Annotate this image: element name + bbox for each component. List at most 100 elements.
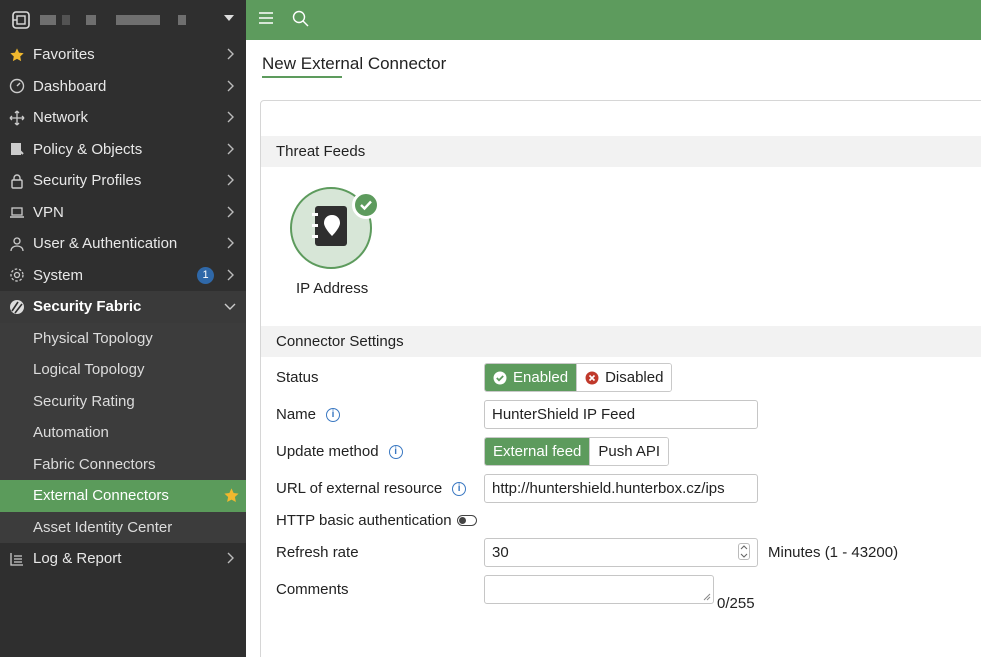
sidebar-item-network[interactable]: Network bbox=[0, 102, 246, 134]
sidebar-item-dashboard[interactable]: Dashboard bbox=[0, 71, 246, 103]
comments-char-counter: 0/255 bbox=[717, 595, 755, 612]
info-icon[interactable]: i bbox=[452, 481, 467, 496]
notification-badge: 1 bbox=[197, 266, 214, 284]
status-disabled-button[interactable]: Disabled bbox=[576, 364, 672, 391]
sidebar-subitem-label: Asset Identity Center bbox=[33, 518, 173, 536]
comments-textarea[interactable] bbox=[484, 575, 714, 604]
status-disabled-label: Disabled bbox=[605, 369, 664, 386]
comments-label: Comments bbox=[276, 581, 349, 598]
sidebar-subitem-label: Automation bbox=[33, 424, 109, 442]
x-circle-icon bbox=[585, 371, 599, 384]
network-icon bbox=[8, 109, 26, 127]
sidebar-subitem-label: Physical Topology bbox=[33, 329, 153, 347]
chevron-right-icon bbox=[227, 48, 234, 60]
sidebar-item-label: VPN bbox=[33, 203, 64, 221]
status-label: Status bbox=[276, 369, 319, 386]
threat-feeds-heading: Threat Feeds bbox=[261, 136, 981, 167]
http-auth-label: HTTP basic authentication bbox=[276, 512, 452, 529]
name-label: Name i bbox=[276, 406, 341, 423]
chevron-right-icon bbox=[227, 174, 234, 186]
comments-label-text: Comments bbox=[276, 581, 349, 598]
name-input[interactable] bbox=[484, 400, 758, 429]
refresh-rate-label: Refresh rate bbox=[276, 544, 359, 561]
search-icon[interactable] bbox=[292, 10, 309, 31]
sidebar-subitem-logical-topology[interactable]: Logical Topology bbox=[0, 354, 246, 386]
sidebar-subitem-fabric-connectors[interactable]: Fabric Connectors bbox=[0, 448, 246, 480]
user-icon bbox=[8, 235, 26, 253]
sidebar-item-policy-objects[interactable]: Policy & Objects bbox=[0, 134, 246, 166]
sidebar-item-label: User & Authentication bbox=[33, 235, 178, 253]
info-icon[interactable]: i bbox=[388, 444, 403, 459]
star-icon bbox=[8, 46, 26, 64]
sidebar-item-security-profiles[interactable]: Security Profiles bbox=[0, 165, 246, 197]
update-method-label-text: Update method bbox=[276, 443, 379, 460]
favorite-star-icon[interactable] bbox=[223, 487, 240, 508]
chevron-up-icon bbox=[740, 545, 748, 550]
chevron-right-icon bbox=[227, 269, 234, 280]
refresh-rate-unit: Minutes (1 - 43200) bbox=[768, 544, 899, 561]
sidebar-subitem-label: Logical Topology bbox=[33, 361, 145, 379]
chevron-right-icon bbox=[227, 111, 234, 123]
refresh-rate-field bbox=[484, 538, 758, 567]
refresh-rate-stepper[interactable] bbox=[738, 543, 750, 560]
address-book-icon bbox=[308, 203, 354, 253]
sidebar-item-label: Network bbox=[33, 109, 89, 127]
laptop-icon bbox=[8, 203, 26, 221]
lock-icon bbox=[8, 172, 26, 190]
sidebar-item-label: Favorites bbox=[33, 46, 95, 64]
sidebar-subitem-asset-identity-center[interactable]: Asset Identity Center bbox=[0, 511, 246, 543]
update-method-label: Update method i bbox=[276, 443, 403, 460]
sidebar-subitem-automation[interactable]: Automation bbox=[0, 417, 246, 449]
sidebar-item-label: Policy & Objects bbox=[33, 140, 143, 158]
check-circle-icon bbox=[493, 371, 507, 384]
chevron-right-icon bbox=[227, 206, 234, 217]
update-method-toggle: External feed Push API bbox=[484, 437, 670, 466]
chevron-right-icon bbox=[227, 143, 234, 154]
chevron-right-icon bbox=[227, 80, 234, 91]
url-label: URL of external resource i bbox=[276, 480, 467, 497]
title-underline bbox=[262, 76, 342, 78]
sidebar-item-label: Security Profiles bbox=[33, 172, 142, 190]
chevron-right-icon bbox=[227, 552, 234, 564]
sidebar-subitem-security-rating[interactable]: Security Rating bbox=[0, 385, 246, 417]
sidebar-item-label: Dashboard bbox=[33, 77, 107, 95]
hamburger-icon[interactable] bbox=[258, 11, 274, 29]
sidebar-subitem-label: Fabric Connectors bbox=[33, 455, 156, 473]
refresh-rate-label-text: Refresh rate bbox=[276, 544, 359, 561]
feed-tile-label: IP Address bbox=[296, 280, 369, 297]
info-icon[interactable]: i bbox=[326, 407, 341, 422]
sidebar-subitem-external-connectors[interactable]: External Connectors bbox=[0, 480, 246, 512]
device-name-redacted bbox=[40, 14, 186, 25]
sidebar-item-label: Log & Report bbox=[33, 550, 122, 568]
sidebar-item-vpn[interactable]: VPN bbox=[0, 197, 246, 229]
sidebar-subitem-physical-topology[interactable]: Physical Topology bbox=[0, 322, 246, 354]
chevron-right-icon bbox=[227, 237, 234, 249]
sidebar-item-system[interactable]: System 1 bbox=[0, 260, 246, 292]
sidebar-item-label: Security Fabric bbox=[33, 298, 142, 316]
sidebar-item-favorites[interactable]: Favorites bbox=[0, 39, 246, 71]
sidebar-subitem-label: Security Rating bbox=[33, 392, 135, 410]
url-label-text: URL of external resource bbox=[276, 480, 443, 497]
push-api-button[interactable]: Push API bbox=[589, 438, 669, 465]
sidebar-nav: Favorites Dashboard Network Policy & Obj… bbox=[0, 39, 246, 575]
main-content: New External Connector Threat Feeds IP A… bbox=[246, 40, 981, 657]
resize-grip-icon bbox=[703, 593, 711, 601]
policy-icon bbox=[8, 140, 26, 158]
connector-settings-heading: Connector Settings bbox=[261, 326, 981, 357]
report-icon bbox=[8, 550, 26, 568]
gear-icon bbox=[8, 266, 26, 284]
sidebar-header[interactable] bbox=[0, 0, 246, 39]
sidebar-item-user-authentication[interactable]: User & Authentication bbox=[0, 228, 246, 260]
sidebar-item-label: System bbox=[33, 266, 84, 284]
refresh-rate-input[interactable] bbox=[484, 538, 758, 567]
external-feed-button[interactable]: External feed bbox=[485, 438, 590, 465]
sidebar-item-log-report[interactable]: Log & Report bbox=[0, 543, 246, 575]
http-auth-label-text: HTTP basic authentication bbox=[276, 512, 452, 529]
device-dropdown-icon[interactable] bbox=[224, 15, 234, 21]
top-bar bbox=[246, 0, 981, 40]
url-input[interactable] bbox=[484, 474, 758, 503]
fabric-icon bbox=[8, 298, 26, 316]
status-enabled-button[interactable]: Enabled bbox=[485, 364, 577, 391]
sidebar-item-security-fabric[interactable]: Security Fabric bbox=[0, 291, 246, 323]
http-auth-toggle[interactable] bbox=[457, 515, 477, 526]
